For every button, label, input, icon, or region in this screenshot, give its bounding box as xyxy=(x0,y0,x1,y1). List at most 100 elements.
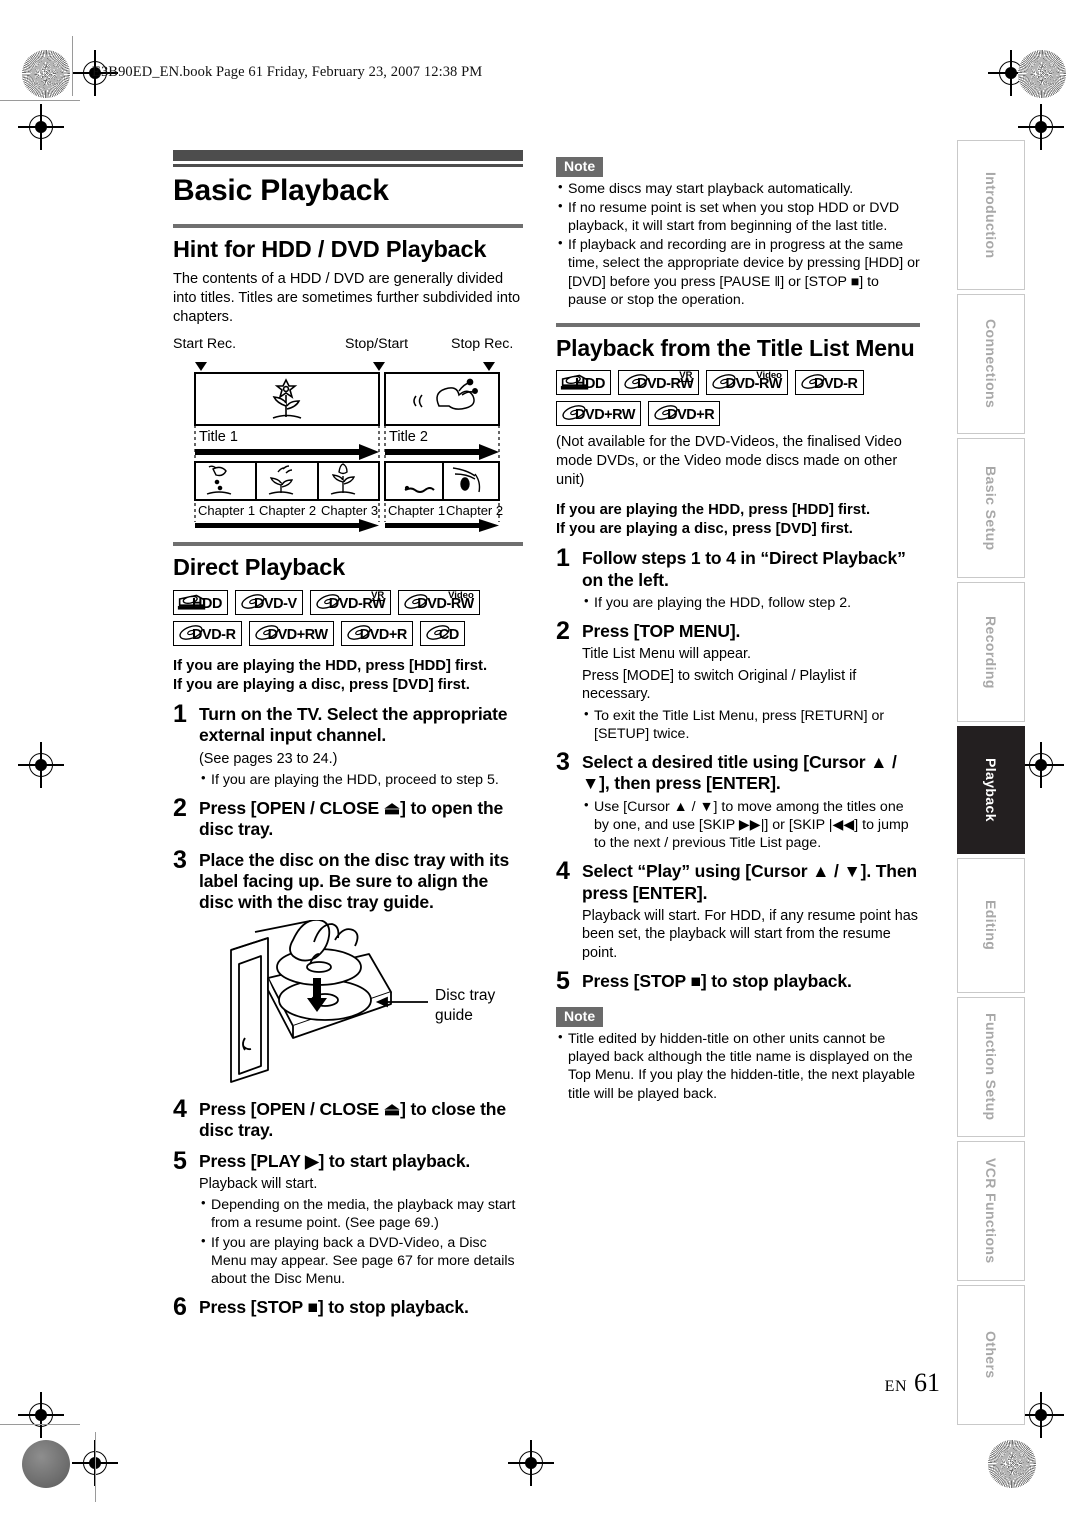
chapter-tab-label: Recording xyxy=(983,615,999,689)
step-number: 4 xyxy=(556,857,570,886)
svg-text:Chapter 3: Chapter 3 xyxy=(321,503,378,518)
step-number: 5 xyxy=(173,1146,187,1175)
media-logo-label: DVD-V xyxy=(253,595,297,612)
step-subtext: Press [MODE] to switch Original / Playli… xyxy=(582,667,857,703)
chapter-tab-label: Basic Setup xyxy=(983,465,999,551)
media-logo-dvd-rw: DVD+RW xyxy=(556,401,642,427)
direct-playback-steps-top: 1 Turn on the TV. Select the appropriate … xyxy=(173,701,523,914)
step-6: 6 Press [STOP ■] to stop playback. xyxy=(173,1293,523,1322)
step-3: 3 Place the disc on the disc tray with it… xyxy=(173,845,523,914)
media-logo-dvd-rw: VR DVD-RW xyxy=(617,370,700,396)
media-logo-dvd-rw: Video DVD-RW xyxy=(398,589,480,615)
crop-line xyxy=(0,1424,80,1426)
crop-line xyxy=(95,1432,97,1502)
step-1: 1 Turn on the TV. Select the appropriate … xyxy=(173,701,523,789)
chapter-tab-playback[interactable]: Playback xyxy=(957,726,1025,854)
step-title: Press [STOP ■] to stop playback. xyxy=(582,971,852,992)
chapter-tab-strip: Introduction Connections Basic Setup Record… xyxy=(957,140,1025,1429)
section-rule xyxy=(173,224,523,228)
starburst-mark-top-right xyxy=(1018,50,1066,98)
chapter-tab-label: Introduction xyxy=(983,171,999,259)
title-list-lead-2: If you are playing a disc, press [DVD] f… xyxy=(556,521,853,538)
section-rule xyxy=(556,323,920,327)
step-title: Press [TOP MENU]. xyxy=(582,621,741,642)
chapter-tab-label: Others xyxy=(983,1331,999,1379)
chapter-tab-editing[interactable]: Editing xyxy=(957,858,1025,993)
title-list-availability-note: (Not available for the DVD-Videos, the f… xyxy=(556,434,902,489)
diagram-svg: Title 1 Title 2 Chapter 1 Chapter 2 Chap… xyxy=(194,361,503,532)
step-title: Press [PLAY ▶] to start playback. xyxy=(199,1150,471,1171)
registration-target-bottom-center xyxy=(508,1440,554,1486)
step-title: Select a desired title using [Cursor ▲ /… xyxy=(582,752,897,794)
svg-text:Chapter 2: Chapter 2 xyxy=(446,503,503,518)
media-logo-label: CD xyxy=(438,626,459,643)
registration-target-top-right xyxy=(988,50,1034,96)
step-3: 3 Select a desired title using [Cursor ▲ … xyxy=(556,748,920,852)
step-5: 5 Press [STOP ■] to stop playback. xyxy=(556,967,920,996)
chapter-tab-connections[interactable]: Connections xyxy=(957,294,1025,434)
bullet-item: If you are playing back a DVD-Video, a D… xyxy=(199,1233,523,1289)
media-logo-label: DVD-R xyxy=(192,626,236,643)
media-logo-dvd-rw: Video DVD-RW xyxy=(706,370,788,396)
footer-language-code: EN xyxy=(884,1378,907,1395)
bullet-item: To exit the Title List Menu, press [RETU… xyxy=(582,706,920,743)
section-heading-title-list: Playback from the Title List Menu xyxy=(556,335,915,361)
step-number: 3 xyxy=(173,845,187,874)
step-number: 6 xyxy=(173,1293,187,1322)
step-number: 5 xyxy=(556,967,570,996)
media-logo-dvd-r: DVD-R xyxy=(794,370,864,396)
media-logo-list-direct: HDD DVD-V VR DVD-RW Video DVD-RW DVD-R DVD+RW DV… xyxy=(173,589,523,646)
chapter-tab-function-setup[interactable]: Function Setup xyxy=(957,997,1025,1137)
media-logo-label: DVD-R xyxy=(813,376,858,393)
right-column: Note Some discs may start playback autom… xyxy=(556,155,920,1103)
step-5: 5 Press [PLAY ▶] to start playback. Playba… xyxy=(173,1146,523,1289)
step-bullets: Depending on the media, the playback may… xyxy=(199,1195,523,1289)
note-bottom-bullets: Title edited by hidden-title on other un… xyxy=(556,1029,920,1103)
media-logo-dvd-rw: VR DVD-RW xyxy=(309,589,392,615)
media-logo-label: HDD xyxy=(192,595,222,612)
media-logo-label: HDD xyxy=(575,376,605,393)
figure-label-stop-rec: Stop Rec. xyxy=(451,335,514,352)
step-title: Press [STOP ■] to stop playback. xyxy=(199,1297,469,1318)
registration-target-left-mid xyxy=(18,742,64,788)
media-logo-label: DVD+RW xyxy=(575,407,636,424)
step-number: 1 xyxy=(556,544,570,573)
step-title: Select “Play” using [Cursor ▲ / ▼]. Then… xyxy=(582,861,917,903)
media-logo-dvd-rw: DVD+RW xyxy=(248,620,334,646)
media-logo-dvd-r: DVD-R xyxy=(173,620,242,646)
step-bullets: If you are playing the HDD, proceed to s… xyxy=(199,770,523,789)
step-4: 4 Press [OPEN / CLOSE ⏏] to close the dis… xyxy=(173,1094,523,1142)
chapter-tab-label: Connections xyxy=(983,319,999,409)
chapter-tab-others[interactable]: Others xyxy=(957,1285,1025,1425)
chapter-tab-vcr-functions[interactable]: VCR Functions xyxy=(957,1141,1025,1281)
step-subtext: Playback will start. xyxy=(199,1175,318,1192)
step-title: Press [OPEN / CLOSE ⏏] to close the disc… xyxy=(199,1098,506,1141)
svg-text:Chapter 2: Chapter 2 xyxy=(259,503,316,518)
media-logo-dvd-v: DVD-V xyxy=(234,589,303,615)
step-number: 4 xyxy=(173,1094,187,1123)
starburst-mark-bottom-right xyxy=(988,1440,1036,1488)
step-number: 3 xyxy=(556,748,570,777)
chapter-tab-introduction[interactable]: Introduction xyxy=(957,140,1025,290)
chapter-rule-thin xyxy=(173,164,523,167)
crop-line xyxy=(72,36,74,96)
direct-lead-1: If you are playing the HDD, press [HDD] … xyxy=(173,657,488,674)
step-4: 4 Select “Play” using [Cursor ▲ / ▼]. The… xyxy=(556,857,920,962)
media-logo-superscript: VR xyxy=(370,589,386,602)
svg-text:Chapter 1: Chapter 1 xyxy=(198,503,255,518)
media-logo-label: DVD+RW xyxy=(267,626,329,643)
media-logo-hdd: HDD xyxy=(173,589,228,615)
media-logo-cd: CD xyxy=(419,620,465,646)
hint-body-text: The contents of a HDD / DVD are generall… xyxy=(173,271,521,325)
step-subtext: Playback will start. For HDD, if any res… xyxy=(582,907,918,961)
svg-text:guide: guide xyxy=(435,1007,473,1024)
chapter-tab-label: Playback xyxy=(983,758,999,822)
disc-tray-illustration: Disc tray guide xyxy=(173,919,523,1090)
chapter-tab-basic-setup[interactable]: Basic Setup xyxy=(957,438,1025,578)
direct-lead-2: If you are playing a disc, press [DVD] f… xyxy=(173,676,470,693)
direct-playback-steps-bottom: 4 Press [OPEN / CLOSE ⏏] to close the dis… xyxy=(173,1094,523,1322)
chapter-tab-recording[interactable]: Recording xyxy=(957,582,1025,722)
step-number: 2 xyxy=(173,794,187,823)
crop-line xyxy=(0,100,80,102)
section-rule xyxy=(173,541,523,546)
